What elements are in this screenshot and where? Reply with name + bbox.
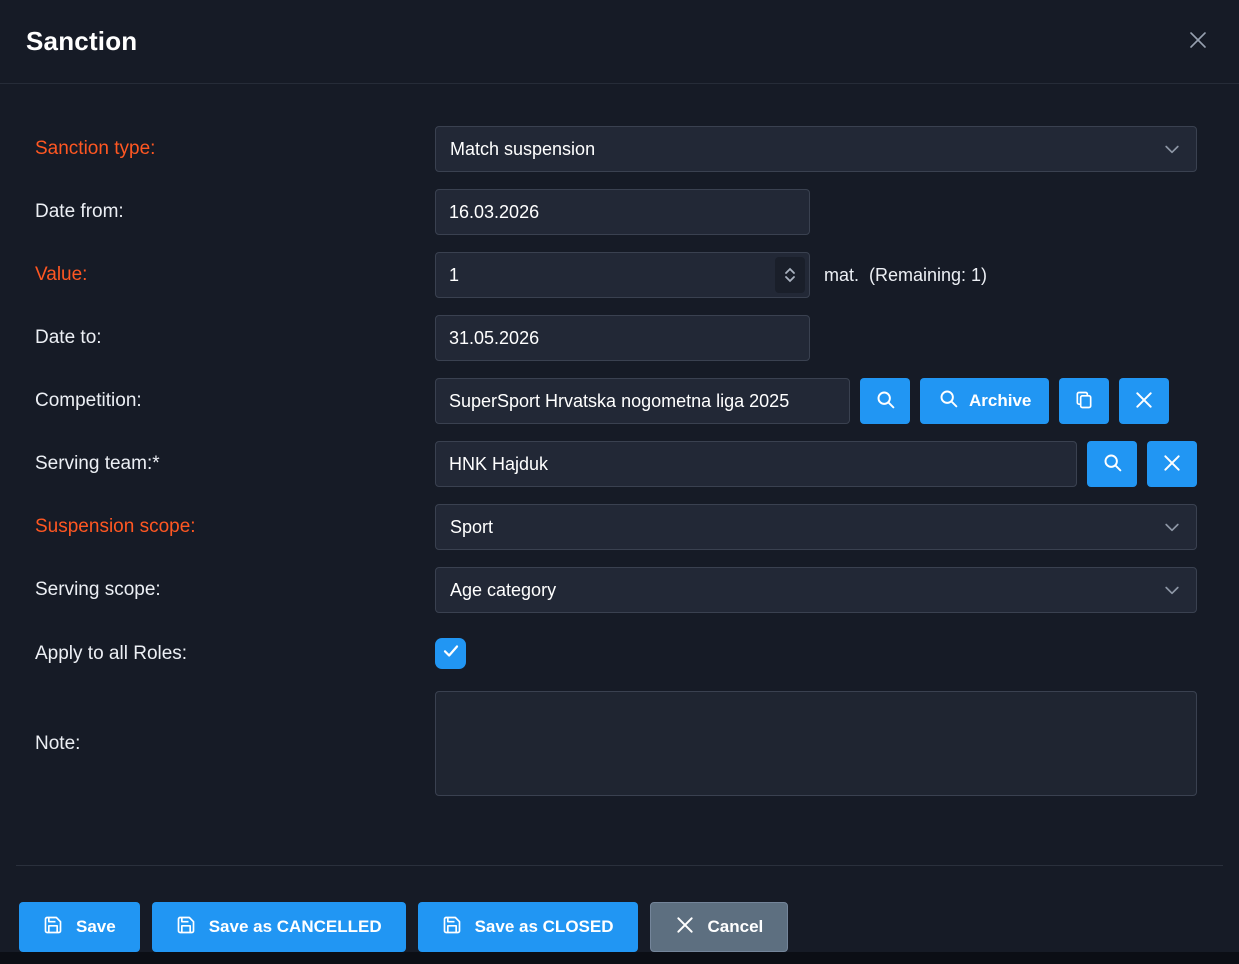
competition-archive-button[interactable]: Archive [920, 378, 1049, 424]
search-icon [875, 389, 896, 413]
date-from-input[interactable] [435, 189, 810, 235]
chevron-down-icon [1162, 580, 1182, 600]
save-icon [43, 915, 63, 940]
note-row: Note: [35, 691, 1197, 796]
save-icon [176, 915, 196, 940]
cancel-button-label: Cancel [708, 917, 764, 937]
close-icon [1186, 28, 1210, 55]
chevron-down-icon [1162, 517, 1182, 537]
dialog-footer: Save Save as CANCELLED Save as CLOSED Ca… [0, 866, 1239, 952]
apply-roles-row: Apply to all Roles: [35, 638, 1197, 669]
apply-roles-checkbox[interactable] [435, 638, 466, 669]
serving-scope-value: Age category [450, 580, 556, 601]
competition-clear-button[interactable] [1119, 378, 1169, 424]
serving-scope-label: Serving scope: [35, 579, 435, 601]
value-stepper [435, 252, 810, 298]
cancel-button[interactable]: Cancel [650, 902, 789, 952]
date-to-input[interactable] [435, 315, 810, 361]
serving-scope-row: Serving scope: Age category [35, 567, 1197, 613]
save-as-cancelled-button[interactable]: Save as CANCELLED [152, 902, 406, 952]
note-input[interactable] [435, 691, 1197, 796]
sanction-form: Sanction type: Match suspension Date fro… [0, 84, 1239, 841]
dialog-header: Sanction [0, 0, 1239, 84]
competition-row: Competition: Archive [35, 378, 1197, 424]
dialog-title: Sanction [26, 26, 137, 57]
serving-team-row: Serving team:* [35, 441, 1197, 487]
suspension-scope-label: Suspension scope: [35, 516, 435, 538]
sanction-type-row: Sanction type: Match suspension [35, 126, 1197, 172]
sanction-dialog: Sanction Sanction type: Match suspension… [0, 0, 1239, 952]
competition-search-button[interactable] [860, 378, 910, 424]
spinner-down-icon[interactable] [784, 275, 796, 283]
suspension-scope-value: Sport [450, 517, 493, 538]
competition-input[interactable] [435, 378, 850, 424]
note-label: Note: [35, 733, 435, 755]
x-icon [1162, 453, 1182, 476]
suspension-scope-row: Suspension scope: Sport [35, 504, 1197, 550]
apply-roles-label: Apply to all Roles: [35, 643, 435, 665]
save-button-label: Save [76, 917, 116, 937]
search-icon [1102, 452, 1123, 476]
date-from-label: Date from: [35, 201, 435, 223]
sanction-type-value: Match suspension [450, 139, 595, 160]
suspension-scope-select[interactable]: Sport [435, 504, 1197, 550]
date-from-row: Date from: [35, 189, 1197, 235]
save-button[interactable]: Save [19, 902, 140, 952]
value-label: Value: [35, 264, 435, 286]
x-icon [1134, 390, 1154, 413]
check-icon [442, 642, 460, 665]
serving-team-search-button[interactable] [1087, 441, 1137, 487]
chevron-down-icon [1162, 139, 1182, 159]
save-as-cancelled-label: Save as CANCELLED [209, 917, 382, 937]
date-to-row: Date to: [35, 315, 1197, 361]
serving-team-clear-button[interactable] [1147, 441, 1197, 487]
value-input[interactable] [436, 253, 771, 297]
value-suffix: mat. (Remaining: 1) [824, 265, 987, 286]
competition-copy-button[interactable] [1059, 378, 1109, 424]
spinner-up-icon[interactable] [784, 267, 796, 275]
save-icon [442, 915, 462, 940]
value-spinner[interactable] [775, 257, 805, 293]
save-as-closed-label: Save as CLOSED [475, 917, 614, 937]
sanction-type-label: Sanction type: [35, 138, 435, 160]
search-icon [938, 388, 959, 414]
copy-icon [1074, 390, 1094, 413]
archive-button-label: Archive [969, 391, 1031, 411]
x-icon [675, 915, 695, 940]
sanction-type-select[interactable]: Match suspension [435, 126, 1197, 172]
date-to-label: Date to: [35, 327, 435, 349]
value-row: Value: mat. (Remaining: 1) [35, 252, 1197, 298]
competition-label: Competition: [35, 390, 435, 412]
serving-team-label: Serving team:* [35, 453, 435, 475]
serving-scope-select[interactable]: Age category [435, 567, 1197, 613]
serving-team-input[interactable] [435, 441, 1077, 487]
close-button[interactable] [1183, 27, 1213, 57]
save-as-closed-button[interactable]: Save as CLOSED [418, 902, 638, 952]
